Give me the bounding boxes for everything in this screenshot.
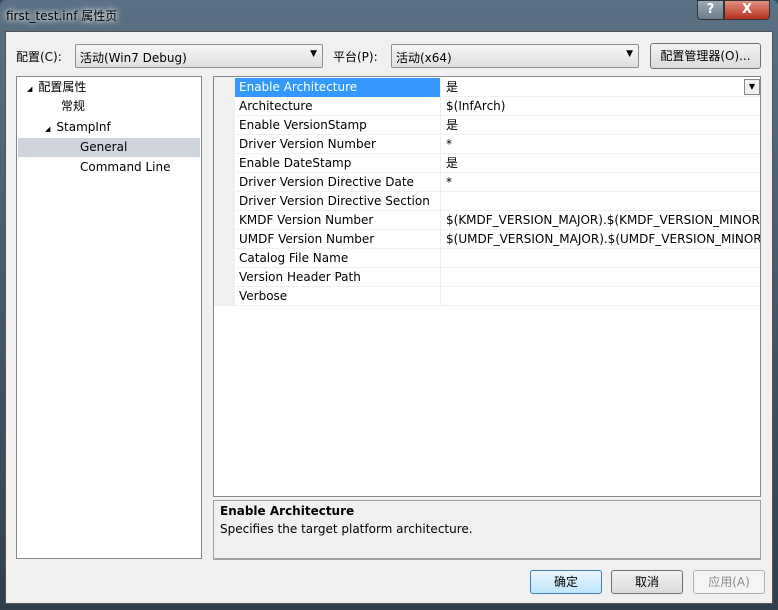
property-value[interactable] <box>442 249 760 268</box>
property-value[interactable] <box>442 287 760 306</box>
property-name: Architecture <box>235 97 441 116</box>
property-value[interactable] <box>442 192 760 211</box>
platform-label: 平台(P): <box>333 50 378 64</box>
property-name: Driver Version Number <box>235 135 441 154</box>
help-button[interactable]: ? <box>697 0 724 20</box>
property-row[interactable]: Verbose <box>235 287 760 306</box>
property-value[interactable]: $(UMDF_VERSION_MAJOR).$(UMDF_VERSION_MIN… <box>442 230 760 249</box>
expand-arrow-icon: ◢ <box>45 125 51 133</box>
property-value[interactable]: * <box>442 173 760 192</box>
property-row[interactable]: Enable DateStamp 是 <box>235 154 760 173</box>
apply-button[interactable]: 应用(A) <box>693 570 765 594</box>
property-name: Version Header Path <box>235 268 441 287</box>
config-combo[interactable]: 活动(Win7 Debug) ▼ <box>75 44 323 68</box>
property-value[interactable]: 是 <box>442 78 760 97</box>
property-row[interactable]: Driver Version Directive Date * <box>235 173 760 192</box>
close-button[interactable]: X <box>724 0 770 20</box>
property-row[interactable]: UMDF Version Number $(UMDF_VERSION_MAJOR)… <box>235 230 760 249</box>
property-row[interactable]: Driver Version Directive Section <box>235 192 760 211</box>
description-title: Enable Architecture <box>220 504 355 518</box>
tree-item-command-line[interactable]: Command Line <box>80 158 171 177</box>
config-value: 活动(Win7 Debug) <box>80 51 187 65</box>
property-value[interactable]: 是 <box>442 154 760 173</box>
tree-item-stampinf[interactable]: ◢ StampInf <box>45 118 111 137</box>
tree-item-config-properties[interactable]: ◢ 配置属性 <box>27 78 86 97</box>
property-name: UMDF Version Number <box>235 230 441 249</box>
tree-item-general-cn[interactable]: 常规 <box>61 97 85 116</box>
property-value[interactable]: 是 <box>442 116 760 135</box>
description-text: Specifies the target platform architectu… <box>220 522 473 536</box>
property-value[interactable] <box>442 268 760 287</box>
platform-combo[interactable]: 活动(x64) ▼ <box>391 44 639 68</box>
chevron-down-icon: ▼ <box>626 49 633 59</box>
property-row[interactable]: Architecture $(InfArch) <box>235 97 760 116</box>
property-value[interactable]: $(KMDF_VERSION_MAJOR).$(KMDF_VERSION_MIN… <box>442 211 760 230</box>
property-grid: Enable Architecture 是 ▼ Architecture $(InfAr… <box>213 76 761 497</box>
platform-value: 活动(x64) <box>396 51 452 65</box>
property-name: Driver Version Directive Section <box>235 192 441 211</box>
config-manager-button[interactable]: 配置管理器(O)... <box>650 43 761 69</box>
tree-item-label: 配置属性 <box>38 80 87 94</box>
property-row[interactable]: Catalog File Name <box>235 249 760 268</box>
property-name: Enable Architecture <box>235 78 441 97</box>
property-tree: ◢ 配置属性 常规 ◢ StampInf General Command Line <box>16 76 202 559</box>
tree-item-label: StampInf <box>56 120 111 134</box>
expand-arrow-icon: ◢ <box>27 85 33 93</box>
description-panel: Enable Architecture Specifies the target… <box>213 500 761 560</box>
grid-gutter <box>214 77 235 306</box>
cancel-button[interactable]: 取消 <box>611 570 683 594</box>
property-value[interactable]: $(InfArch) <box>442 97 760 116</box>
dropdown-arrow-icon[interactable]: ▼ <box>744 79 760 95</box>
property-name: Enable DateStamp <box>235 154 441 173</box>
config-label: 配置(C): <box>16 50 62 64</box>
tree-item-general[interactable]: General <box>18 138 200 157</box>
property-row[interactable]: Enable Architecture 是 ▼ <box>235 78 760 97</box>
property-row[interactable]: Enable VersionStamp 是 <box>235 116 760 135</box>
ok-button[interactable]: 确定 <box>530 570 602 594</box>
property-name: Driver Version Directive Date <box>235 173 441 192</box>
property-name: Enable VersionStamp <box>235 116 441 135</box>
property-name: Verbose <box>235 287 441 306</box>
property-value[interactable]: * <box>442 135 760 154</box>
property-row[interactable]: Driver Version Number * <box>235 135 760 154</box>
property-name: Catalog File Name <box>235 249 441 268</box>
window-title: first_test.inf 属性页 <box>6 9 118 23</box>
chevron-down-icon: ▼ <box>310 49 317 59</box>
property-row[interactable]: KMDF Version Number $(KMDF_VERSION_MAJOR)… <box>235 211 760 230</box>
property-name: KMDF Version Number <box>235 211 441 230</box>
property-row[interactable]: Version Header Path <box>235 268 760 287</box>
